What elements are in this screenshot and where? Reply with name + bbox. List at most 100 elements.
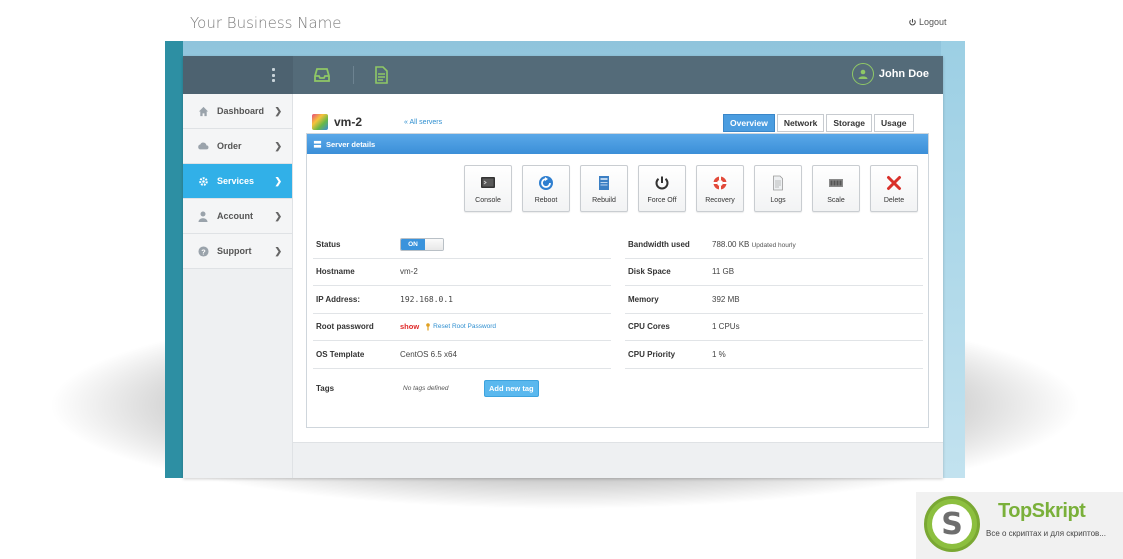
sidebar-item-support[interactable]: ? Support ❯	[183, 234, 292, 269]
status-row: Status ON	[313, 231, 611, 259]
force-off-button[interactable]: Force Off	[638, 165, 686, 212]
cpu-cores-value: 1 CPUs	[712, 322, 740, 332]
watermark-name: TopSkript	[998, 500, 1086, 522]
cpu-priority-label: CPU Priority	[628, 349, 676, 359]
status-toggle[interactable]: ON	[400, 237, 444, 251]
root-password-row: Root password show Reset Root Password	[313, 314, 611, 341]
delete-x-icon	[887, 176, 901, 190]
avatar	[851, 63, 874, 85]
status-label: Status	[316, 239, 341, 249]
action-label: Recovery	[705, 197, 735, 204]
tags-label: Tags	[316, 384, 335, 393]
disk-space-label: Disk Space	[628, 267, 671, 277]
panel-title: Server details	[326, 139, 376, 149]
tab-usage[interactable]: Usage	[874, 114, 914, 132]
rebuild-button[interactable]: Rebuild	[580, 165, 628, 212]
watermark-logo: S	[924, 496, 980, 552]
tab-network[interactable]: Network	[776, 114, 825, 132]
os-template-row: OS Template CentOS 6.5 x64	[313, 341, 611, 369]
reboot-button[interactable]: Reboot	[522, 165, 570, 212]
app-header: John Doe	[183, 56, 943, 94]
business-name: Your Business Name	[190, 14, 342, 32]
document-icon[interactable]	[371, 65, 391, 85]
sidebar-item-dashboard[interactable]: Dashboard ❯	[183, 94, 292, 129]
disk-space-value: 11 GB	[712, 267, 735, 277]
app-footer	[293, 442, 943, 478]
panel-header: Server details	[307, 134, 928, 154]
action-label: Logs	[770, 197, 786, 204]
sidebar-item-label: Order	[217, 141, 242, 151]
action-label: Force Off	[647, 197, 677, 204]
svg-text:?: ?	[201, 247, 206, 256]
cpu-priority-row: CPU Priority 1 %	[625, 341, 923, 369]
app-window: John Doe Dashboard ❯ Order ❯ Services ❯	[183, 56, 943, 478]
user-icon	[197, 210, 209, 222]
memory-label: Memory	[628, 294, 659, 304]
hostname-row: Hostname vm-2	[313, 259, 611, 286]
watermark-badge: S TopSkript Все о скриптах и для скрипто…	[916, 492, 1123, 559]
show-password-link[interactable]: show	[400, 322, 419, 331]
hostname-value: vm-2	[400, 267, 418, 277]
server-os-icon	[312, 114, 328, 130]
rebuild-icon	[599, 176, 609, 190]
add-new-tag-button[interactable]: Add new tag	[484, 380, 539, 397]
server-title: vm-2	[312, 114, 362, 130]
root-password-label: Root password	[316, 322, 374, 332]
sidebar-item-account[interactable]: Account ❯	[183, 199, 292, 234]
scale-button[interactable]: Scale	[812, 165, 860, 212]
logout-link[interactable]: Logout	[908, 17, 947, 27]
tab-bar: Overview Network Storage Usage	[723, 114, 914, 132]
sidebar-item-label: Account	[217, 211, 253, 221]
server-actions: Console Reboot Rebuild Force Off Recover…	[464, 165, 918, 212]
sidebar-item-order[interactable]: Order ❯	[183, 129, 292, 164]
user-menu[interactable]: John Doe	[851, 63, 929, 85]
action-label: Console	[475, 197, 501, 204]
bandwidth-amount: 788.00 KB	[712, 239, 750, 249]
action-label: Delete	[883, 197, 905, 204]
cpu-cores-row: CPU Cores 1 CPUs	[625, 314, 923, 341]
chevron-right-icon: ❯	[274, 176, 282, 186]
logs-button[interactable]: Logs	[754, 165, 802, 212]
tab-overview[interactable]: Overview	[723, 114, 775, 132]
os-template-label: OS Template	[316, 349, 365, 359]
reset-root-password-link[interactable]: Reset Root Password	[425, 322, 497, 331]
server-icon	[313, 140, 322, 148]
help-icon: ?	[197, 245, 209, 257]
sidebar-item-label: Services	[217, 176, 255, 186]
ip-label: IP Address:	[316, 294, 361, 304]
cloud-icon	[197, 140, 209, 152]
hostname-label: Hostname	[316, 267, 355, 277]
tags-row: Tags No tags defined Add new tag	[316, 380, 539, 397]
watermark-letter: S	[941, 507, 963, 542]
all-servers-link[interactable]: « All servers	[404, 119, 442, 126]
reset-root-password-label: Reset Root Password	[433, 323, 497, 331]
details-left-column: Status ON Hostname vm-2 IP Address: 192.…	[313, 231, 611, 369]
delete-button[interactable]: Delete	[870, 165, 918, 212]
page: Your Business Name Logout John Doe Dashb…	[0, 0, 1123, 559]
ip-value: 192.168.0.1	[400, 294, 453, 304]
bandwidth-note: Updated hourly	[751, 241, 796, 249]
recovery-button[interactable]: Recovery	[696, 165, 744, 212]
document-icon	[773, 175, 783, 191]
action-label: Rebuild	[592, 197, 616, 204]
memory-icon	[829, 179, 843, 187]
ip-row: IP Address: 192.168.0.1	[313, 286, 611, 314]
no-tags-text: No tags defined	[403, 385, 449, 392]
chevron-right-icon: ❯	[274, 246, 282, 256]
disk-space-row: Disk Space 11 GB	[625, 259, 923, 286]
kebab-menu-icon[interactable]	[272, 68, 276, 82]
gear-icon	[197, 175, 209, 187]
watermark-subtitle: Все о скриптах и для скриптов...	[986, 529, 1106, 538]
reboot-icon	[539, 176, 553, 190]
sidebar-item-label: Dashboard	[217, 106, 265, 116]
tab-storage[interactable]: Storage	[826, 114, 873, 132]
user-name: John Doe	[878, 68, 929, 80]
sidebar-item-services[interactable]: Services ❯	[183, 164, 292, 199]
toggle-on-label: ON	[401, 238, 425, 250]
console-button[interactable]: Console	[464, 165, 512, 212]
memory-value: 392 MB	[712, 294, 740, 304]
inbox-icon[interactable]	[312, 65, 332, 85]
details-right-column: Bandwidth used 788.00 KB Updated hourly …	[625, 231, 923, 369]
home-icon	[197, 105, 209, 117]
key-icon	[426, 322, 430, 331]
